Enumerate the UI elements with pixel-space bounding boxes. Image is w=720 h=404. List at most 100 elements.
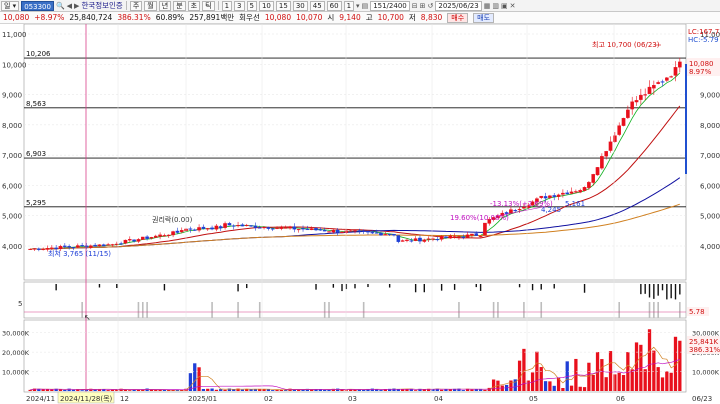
interval-45[interactable]: 45	[309, 0, 325, 11]
candle-body	[439, 236, 444, 240]
period-select[interactable]: 일 ▾	[1, 0, 20, 11]
grid-icon[interactable]: ▥	[492, 2, 499, 10]
candle-body	[158, 234, 162, 237]
indicator-axis-label: 5	[18, 300, 22, 308]
candle-body	[370, 232, 375, 234]
candle-body	[279, 227, 284, 229]
chevron-down-icon[interactable]: ▾	[356, 2, 360, 10]
candle-body	[218, 226, 223, 229]
bar-count-field[interactable]: 151/2400	[370, 0, 410, 11]
interval-3[interactable]: 3	[234, 0, 245, 11]
indicator-bar	[648, 284, 651, 298]
tab-month[interactable]: 월	[144, 0, 157, 11]
low-annotation: 최저 3,765 (11/15)	[48, 249, 111, 258]
time-tick: 02	[264, 395, 273, 403]
indicator-bar	[661, 284, 664, 291]
indicator-bar-gray	[540, 302, 543, 318]
volume-tick-right: 10,000K	[692, 369, 720, 377]
volume-bar	[621, 375, 626, 391]
calendar-icon[interactable]: ▦	[484, 2, 491, 10]
price-tick-left: 4,000	[2, 243, 22, 251]
volume-bar	[136, 389, 141, 391]
stock-name: 한국정보인증	[81, 1, 123, 10]
indicator-bar-gray	[141, 302, 144, 318]
candle-body	[37, 248, 41, 250]
candle-body	[565, 192, 570, 195]
current-change-label: 8.97%	[689, 68, 712, 76]
interval-30[interactable]: 30	[292, 0, 308, 11]
turnover-rate: 60.89%	[155, 13, 185, 22]
indicator-bar-gray	[648, 302, 651, 318]
next-icon[interactable]: ▶	[74, 2, 79, 10]
close-icon[interactable]: ✕	[510, 2, 516, 10]
high-label: 고	[365, 13, 373, 22]
sell-button[interactable]: 매도	[473, 12, 495, 23]
tab-tick[interactable]: 틱	[202, 0, 215, 11]
price-tick-left: 9,000	[2, 92, 22, 100]
volume-bar	[275, 390, 279, 391]
volume-bar	[491, 379, 496, 391]
indicator-bar	[423, 284, 425, 293]
indicator-bar	[518, 284, 521, 288]
window-icon[interactable]: ▣	[501, 2, 508, 10]
interval-5[interactable]: 5	[246, 0, 257, 11]
zoom-out-icon[interactable]: ⊟	[412, 2, 418, 10]
indicator-bar-gray	[458, 302, 460, 318]
volume-bar	[240, 389, 245, 391]
candle-body	[613, 135, 617, 142]
indicator-bar	[440, 284, 443, 291]
volume-bar	[84, 389, 89, 391]
price-tick-right: 6,000	[700, 182, 720, 190]
indicator-bar	[332, 284, 335, 288]
date-field[interactable]: 2025/06/23	[435, 0, 482, 11]
zoom-in-icon[interactable]: ⊞	[420, 2, 426, 10]
indicator-bar	[653, 284, 655, 299]
volume-bar	[461, 390, 465, 391]
buy-button[interactable]: 매수	[447, 12, 469, 23]
prev-icon[interactable]: ◀	[67, 2, 72, 10]
candle-body	[634, 100, 639, 103]
price-tick-right: 9,000	[700, 92, 720, 100]
search-icon[interactable]: 🔍	[56, 2, 65, 10]
volume-bar	[284, 390, 288, 391]
candle-body	[179, 230, 184, 233]
interval-custom[interactable]: 1	[343, 0, 355, 11]
stock-code-input[interactable]: 053300	[21, 0, 54, 11]
last-price: 10,080	[3, 13, 30, 22]
candle-body	[80, 245, 84, 247]
indicator-bar-gray	[81, 302, 83, 318]
price-tick-right: 4,000	[700, 243, 720, 251]
ex-dividend-annotation: 권리락(0.00)	[152, 215, 193, 224]
candle-body	[41, 248, 45, 251]
candle-body	[552, 195, 557, 197]
candle-body	[652, 85, 656, 89]
interval-10[interactable]: 10	[258, 0, 274, 11]
candle-body	[639, 94, 643, 100]
refresh-icon[interactable]: ↺	[427, 2, 433, 10]
candle-body	[357, 230, 362, 232]
tab-minute[interactable]: 분	[173, 0, 186, 11]
candle-body	[335, 229, 340, 233]
candle-body	[400, 240, 405, 242]
interval-15[interactable]: 15	[275, 0, 291, 11]
volume-bar	[210, 388, 214, 391]
tab-second[interactable]: 초	[187, 0, 201, 11]
candle-body	[621, 117, 626, 126]
volume-ratio: 386.31%	[117, 13, 151, 22]
tab-year[interactable]: 년	[158, 0, 172, 11]
volume-bar	[149, 389, 154, 391]
settings-icon[interactable]: ▤	[362, 2, 369, 10]
volume-bar	[214, 389, 219, 391]
percent-annotation-3: 4,245	[541, 206, 561, 214]
candle-body	[50, 247, 54, 249]
interval-1[interactable]: 1	[221, 0, 233, 11]
indicator-bar	[98, 284, 101, 288]
indicator-bar	[341, 284, 343, 292]
interval-60[interactable]: 60	[326, 0, 342, 11]
candle-body	[444, 236, 448, 238]
candle-body	[396, 235, 401, 242]
price-tick-left: 6,000	[2, 182, 22, 190]
tab-week[interactable]: 주	[129, 0, 143, 11]
candlestick-chart[interactable]: 10,206 8,563 6,903 5,295 ↖ 11,000 10,000 9,00…	[0, 24, 720, 404]
price-tick-left: 11,000	[2, 31, 27, 39]
